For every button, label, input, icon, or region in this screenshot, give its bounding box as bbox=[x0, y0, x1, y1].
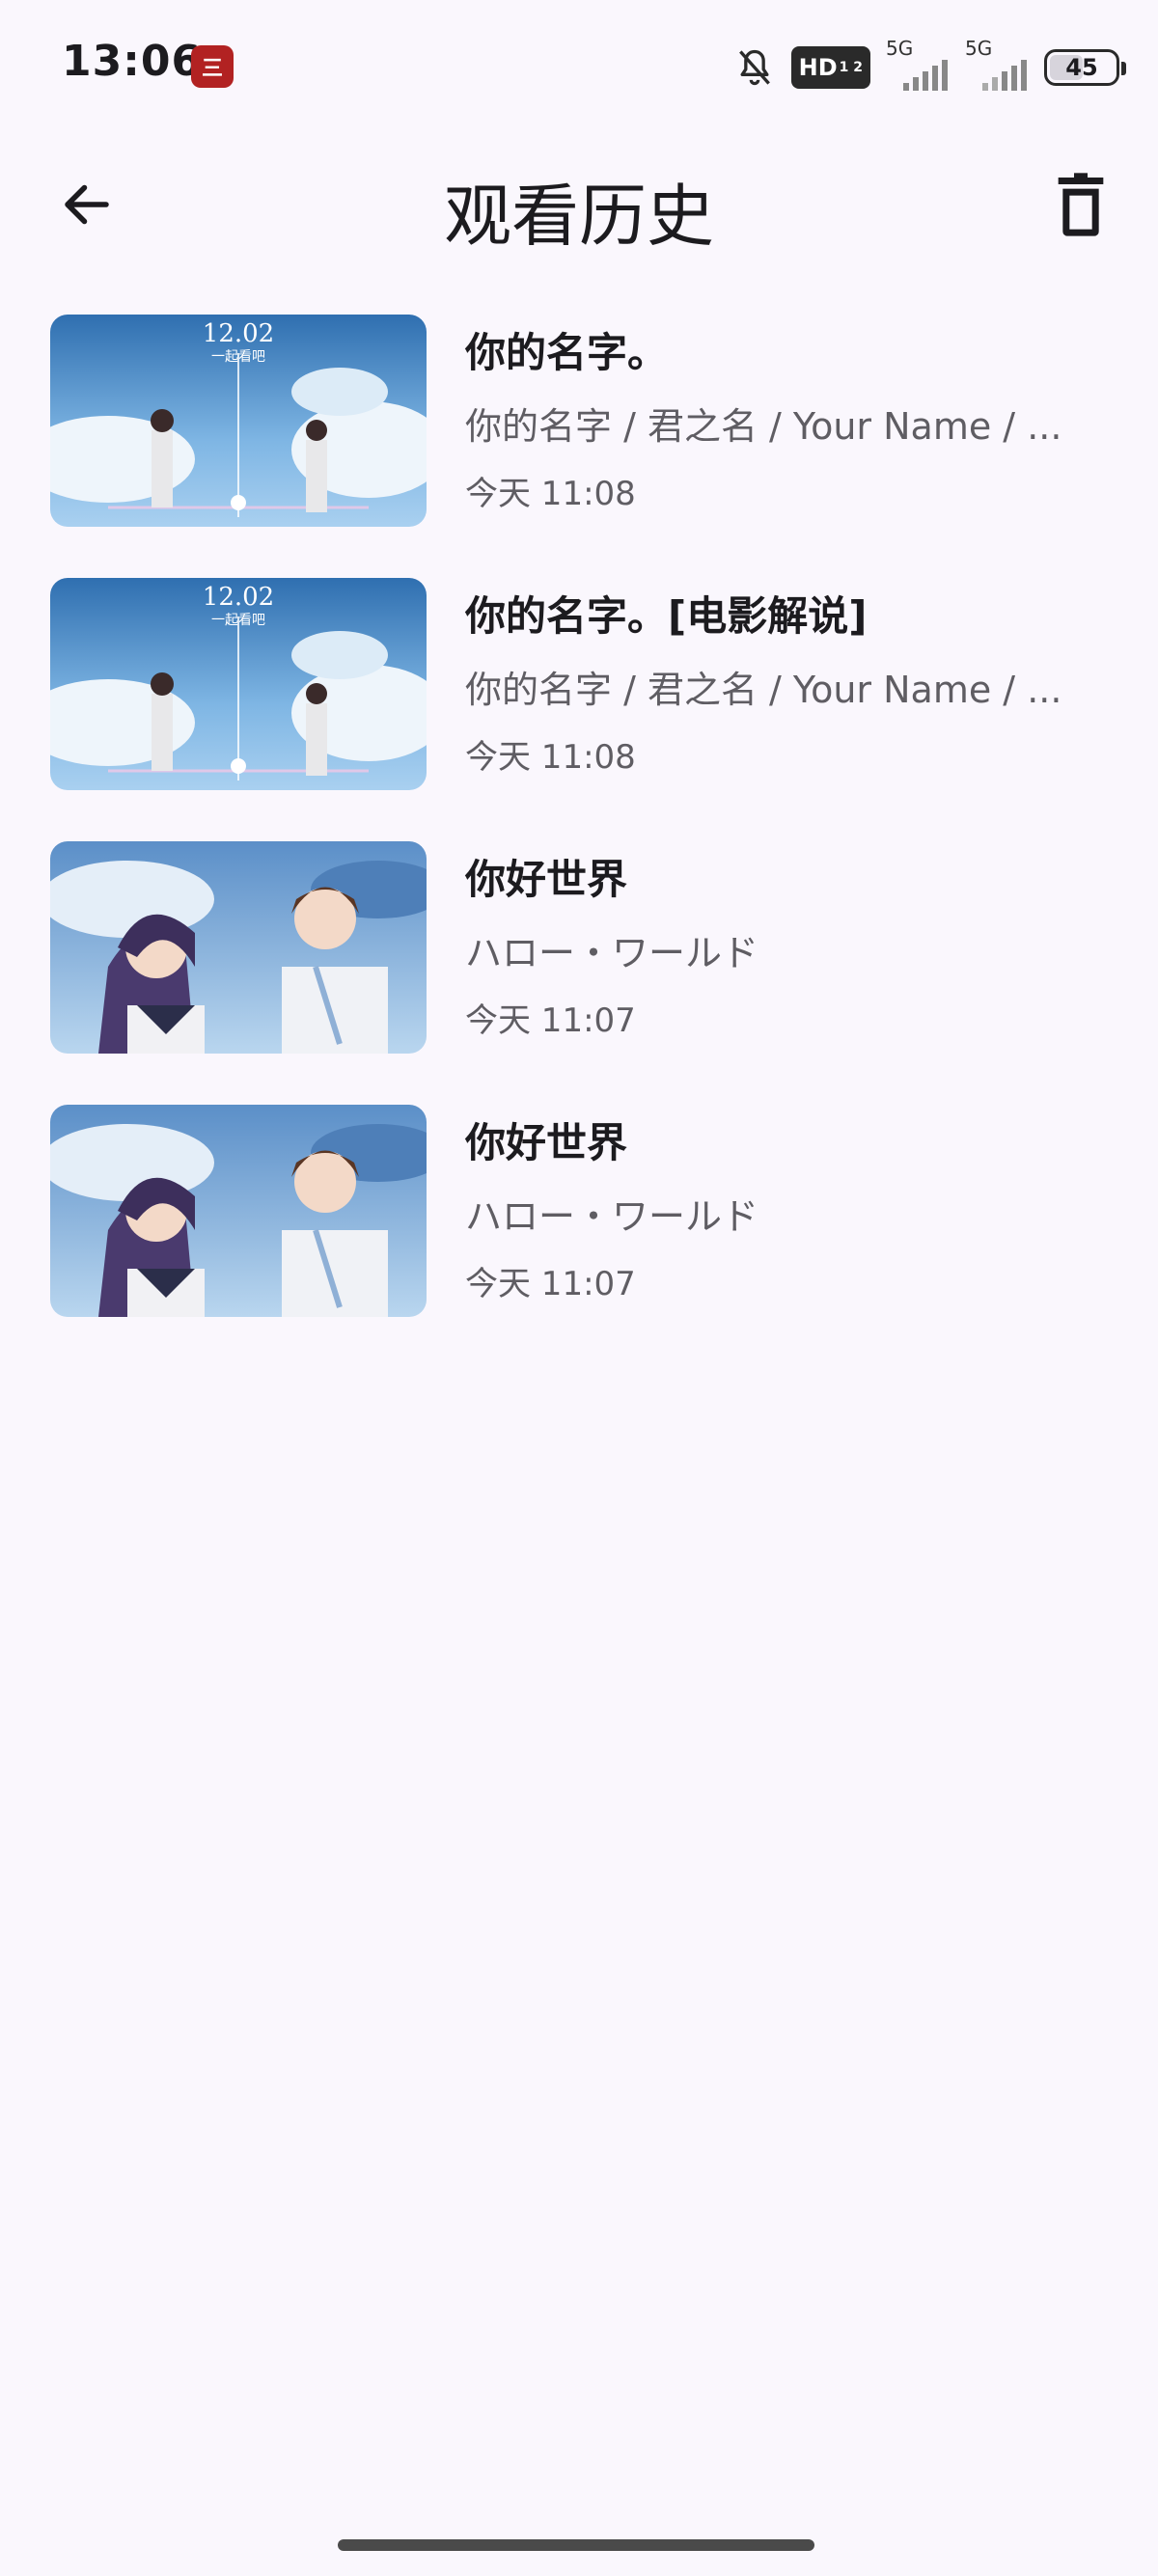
item-title: 你的名字。 bbox=[465, 329, 669, 376]
item-title: 你的名字。[电影解说] bbox=[465, 592, 868, 640]
clear-history-button[interactable] bbox=[1042, 166, 1119, 243]
poster-thumbnail bbox=[50, 1105, 427, 1317]
history-item[interactable]: 12.02 一起看吧 你的名字。[电影解说] 你的名字 / 君之名 / Your… bbox=[0, 572, 1158, 836]
hd-sub: 1 2 bbox=[839, 60, 863, 75]
history-item[interactable]: 12.02 一起看吧 你的名字。 你的名字 / 君之名 / Your Name … bbox=[0, 309, 1158, 572]
sim1-label: 5G bbox=[886, 37, 914, 60]
poster-caption: 12.02 bbox=[203, 319, 274, 348]
item-text: 你的名字。 你的名字 / 君之名 / Your Name / ... 今天 11… bbox=[465, 309, 1112, 514]
status-bar: 13:06 三 HD 1 2 5G 5G 45 bbox=[0, 0, 1158, 135]
history-list: 12.02 一起看吧 你的名字。 你的名字 / 君之名 / Your Name … bbox=[0, 309, 1158, 1362]
item-subtitle: ハロー・ワールド bbox=[465, 1195, 759, 1238]
app-bar: 观看历史 bbox=[0, 145, 1158, 260]
hd-label: HD bbox=[798, 54, 838, 81]
status-icons: HD 1 2 5G 5G 45 bbox=[733, 37, 1126, 95]
history-item[interactable]: 你好世界 ハロー・ワールド 今天 11:07 bbox=[0, 1099, 1158, 1362]
item-text: 你好世界 ハロー・ワールド 今天 11:07 bbox=[465, 836, 1112, 1041]
item-time: 今天 11:08 bbox=[465, 738, 636, 777]
bell-muted-icon bbox=[738, 49, 770, 86]
status-time: 13:06 bbox=[62, 37, 203, 86]
trash-icon bbox=[1058, 173, 1104, 236]
poster-sub: 一起看吧 bbox=[211, 349, 265, 365]
item-time: 今天 11:07 bbox=[465, 1265, 636, 1303]
home-indicator[interactable] bbox=[338, 2539, 814, 2551]
item-time: 今天 11:07 bbox=[465, 1001, 636, 1040]
page-title: 观看历史 bbox=[444, 177, 714, 256]
app-notification-icon: 三 bbox=[191, 45, 234, 88]
poster-thumbnail: 12.02 一起看吧 bbox=[50, 315, 427, 527]
poster-caption: 12.02 bbox=[203, 583, 274, 612]
signal-icon: 5G bbox=[965, 37, 1029, 91]
sim2-label: 5G bbox=[965, 37, 993, 60]
item-time: 今天 11:08 bbox=[465, 475, 636, 513]
item-title: 你好世界 bbox=[465, 856, 628, 903]
battery-level: 45 bbox=[1065, 54, 1098, 81]
item-title: 你好世界 bbox=[465, 1119, 628, 1166]
item-subtitle: 你的名字 / 君之名 / Your Name / ... bbox=[465, 405, 1062, 448]
hd-icon: HD 1 2 bbox=[790, 46, 870, 89]
item-text: 你好世界 ハロー・ワールド 今天 11:07 bbox=[465, 1099, 1112, 1304]
item-text: 你的名字。[电影解说] 你的名字 / 君之名 / Your Name / ...… bbox=[465, 572, 1112, 778]
battery-icon: 45 bbox=[1044, 49, 1126, 86]
item-subtitle: ハロー・ワールド bbox=[465, 932, 759, 974]
poster-thumbnail: 12.02 一起看吧 bbox=[50, 578, 427, 790]
item-subtitle: 你的名字 / 君之名 / Your Name / ... bbox=[465, 669, 1062, 711]
signal-icon: 5G bbox=[886, 37, 950, 91]
poster-thumbnail bbox=[50, 841, 427, 1054]
poster-sub: 一起看吧 bbox=[211, 613, 265, 628]
history-item[interactable]: 你好世界 ハロー・ワールド 今天 11:07 bbox=[0, 836, 1158, 1099]
